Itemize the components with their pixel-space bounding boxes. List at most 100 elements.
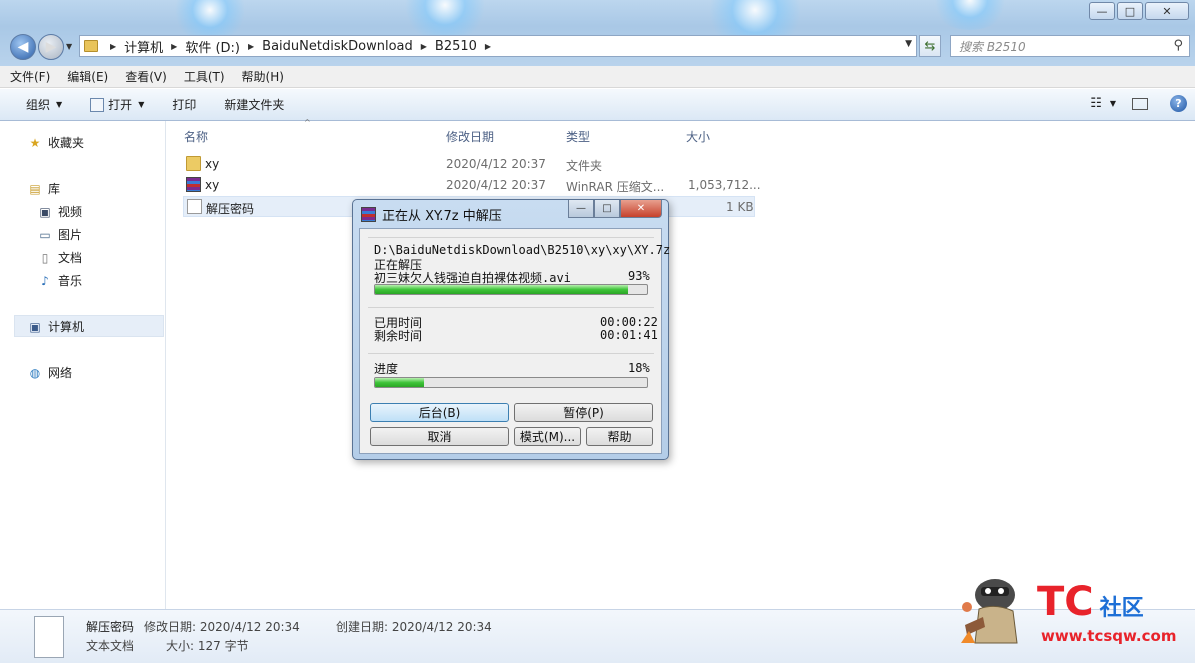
column-header-type[interactable]: 类型 <box>566 128 590 145</box>
file-name: 解压密码 <box>206 202 255 216</box>
minimize-button[interactable]: — <box>1089 2 1115 20</box>
watermark-url: www.tcsqw.com <box>1041 627 1177 645</box>
network-icon: ◍ <box>29 365 41 380</box>
address-bar[interactable]: ▶ 计算机 ▶ 软件 (D:) ▶ BaiduNetdiskDownload ▶… <box>79 35 917 57</box>
back-button[interactable]: ◀ <box>10 34 36 60</box>
menu-file[interactable]: 文件(F) <box>10 68 50 85</box>
nav-label: 文档 <box>58 251 83 265</box>
notepad-icon <box>90 97 105 112</box>
open-label: 打开 <box>108 98 133 112</box>
recent-pages-dropdown[interactable]: ▼ <box>66 42 72 51</box>
watermark: TC 社区 www.tcsqw.com <box>945 565 1195 663</box>
dialog-body: D:\BaiduNetdiskDownload\B2510\xy\xy\XY.7… <box>359 228 670 454</box>
command-bar: 组织 ▼ 打开 ▼ 打印 新建文件夹 ☷ ▼ ? <box>0 89 1195 121</box>
nav-item-computer[interactable]: ▣ 计算机 <box>28 318 84 335</box>
search-placeholder: 搜索 B2510 <box>959 39 1026 54</box>
text-file-icon <box>187 199 202 214</box>
file-size: 1 KB <box>726 200 754 214</box>
menu-view[interactable]: 查看(V) <box>125 68 167 85</box>
details-file-name: 解压密码 <box>86 620 135 634</box>
winrar-icon <box>361 207 376 222</box>
view-options-icon[interactable]: ☷ <box>1090 96 1102 111</box>
file-row[interactable]: xy 2020/4/12 20:37 文件夹 <box>183 154 755 175</box>
menu-edit[interactable]: 编辑(E) <box>67 68 108 85</box>
file-modified: 2020/4/12 20:37 <box>446 157 546 171</box>
chevron-down-icon[interactable]: ▼ <box>1110 99 1116 108</box>
maximize-button[interactable]: □ <box>1117 2 1143 20</box>
file-progress-bar <box>374 284 648 295</box>
file-progress-fill <box>375 285 628 294</box>
winrar-extract-dialog: 正在从 XY.7z 中解压 — □ ✕ D:\BaiduNetdiskDownl… <box>352 199 670 460</box>
dialog-maximize-button[interactable]: □ <box>594 200 620 218</box>
picture-icon: ▭ <box>39 227 51 242</box>
pause-button[interactable]: 暂停(P) <box>514 403 653 422</box>
file-percent: 93% <box>628 269 650 283</box>
nav-label: 计算机 <box>48 320 85 334</box>
dialog-minimize-button[interactable]: — <box>568 200 594 218</box>
chevron-down-icon: ▼ <box>138 100 145 109</box>
nav-item-favorites[interactable]: ★ 收藏夹 <box>28 134 84 151</box>
open-button[interactable]: 打开 ▼ <box>90 96 144 113</box>
nav-item-pictures[interactable]: ▭ 图片 <box>38 226 82 243</box>
details-created: 创建日期: 2020/4/12 20:34 <box>336 620 492 634</box>
forward-button[interactable]: ▶ <box>38 34 64 60</box>
chevron-down-icon[interactable]: ▼ <box>905 39 912 49</box>
close-button[interactable]: ✕ <box>1145 2 1189 20</box>
file-name: xy <box>205 178 220 192</box>
nav-item-documents[interactable]: ▯ 文档 <box>38 249 82 266</box>
column-header-size[interactable]: 大小 <box>686 128 710 145</box>
nav-item-libraries[interactable]: ▤ 库 <box>28 180 60 197</box>
refresh-icon: ⇆ <box>924 38 936 54</box>
file-row[interactable]: xy 2020/4/12 20:37 WinRAR 压缩文... 1,053,7… <box>183 175 761 196</box>
file-name: xy <box>205 157 220 171</box>
print-button[interactable]: 打印 <box>172 96 196 113</box>
menu-help[interactable]: 帮助(H) <box>242 68 284 85</box>
mode-button[interactable]: 模式(M)... <box>514 427 581 446</box>
file-type: WinRAR 压缩文... <box>566 180 665 194</box>
help-button[interactable]: 帮助 <box>586 427 653 446</box>
nav-item-network[interactable]: ◍ 网络 <box>28 364 72 381</box>
winrar-icon <box>186 177 201 192</box>
dialog-titlebar: 正在从 XY.7z 中解压 <box>361 205 502 224</box>
breadcrumb-computer[interactable]: 计算机 <box>124 37 163 56</box>
column-header-name[interactable]: 名称 <box>184 128 208 145</box>
menu-tools[interactable]: 工具(T) <box>184 68 225 85</box>
nav-label: 图片 <box>58 228 83 242</box>
mascot-icon <box>961 579 1018 644</box>
details-modified: 修改日期: 2020/4/12 20:34 <box>144 620 300 634</box>
watermark-logo: TC 社区 <box>1037 579 1144 625</box>
organize-button[interactable]: 组织 ▼ <box>26 96 62 113</box>
breadcrumb-baidunetdiskdownload[interactable]: BaiduNetdiskDownload <box>262 39 413 54</box>
remaining-time: 00:01:41 <box>600 328 658 342</box>
menu-bar: 文件(F) 编辑(E) 查看(V) 工具(T) 帮助(H) <box>0 66 1195 88</box>
background-button[interactable]: 后台(B) <box>370 403 509 422</box>
search-icon: ⚲ <box>1173 38 1183 53</box>
file-modified: 2020/4/12 20:37 <box>446 178 546 192</box>
organize-label: 组织 <box>26 98 51 112</box>
nav-item-music[interactable]: ♪ 音乐 <box>38 272 82 289</box>
nav-item-videos[interactable]: ▣ 视频 <box>38 203 82 220</box>
details-type: 文本文档 <box>86 639 135 653</box>
breadcrumb-drive-d[interactable]: 软件 (D:) <box>185 37 240 56</box>
file-size: 1,053,712... <box>688 178 761 192</box>
cancel-button[interactable]: 取消 <box>370 427 509 446</box>
help-icon[interactable]: ? <box>1170 95 1187 112</box>
search-input[interactable]: 搜索 B2510 ⚲ <box>950 35 1190 57</box>
breadcrumb-b2510[interactable]: B2510 <box>435 39 477 54</box>
nav-label: 收藏夹 <box>48 136 85 150</box>
column-header-modified[interactable]: 修改日期 <box>446 128 494 145</box>
nav-label: 库 <box>48 182 61 196</box>
preview-pane-icon[interactable] <box>1132 97 1148 110</box>
refresh-button[interactable]: ⇆ <box>919 35 941 57</box>
video-icon: ▣ <box>39 204 51 219</box>
navigation-pane: ★ 收藏夹 ▤ 库 ▣ 视频 ▭ 图片 ▯ 文档 ♪ 音乐 ▣ 计算机 ◍ 网络 <box>0 121 166 609</box>
new-folder-button[interactable]: 新建文件夹 <box>224 96 284 113</box>
breadcrumb: ▶ 计算机 ▶ 软件 (D:) ▶ BaiduNetdiskDownload ▶… <box>110 37 492 56</box>
sort-ascending-icon: ^ <box>304 118 311 127</box>
star-icon: ★ <box>29 135 41 150</box>
dialog-close-button[interactable]: ✕ <box>620 200 662 218</box>
progress-label: 进度 <box>374 362 399 376</box>
dialog-title: 正在从 XY.7z 中解压 <box>382 209 502 224</box>
nav-label: 视频 <box>58 205 83 219</box>
elapsed-time: 00:00:22 <box>600 315 658 329</box>
